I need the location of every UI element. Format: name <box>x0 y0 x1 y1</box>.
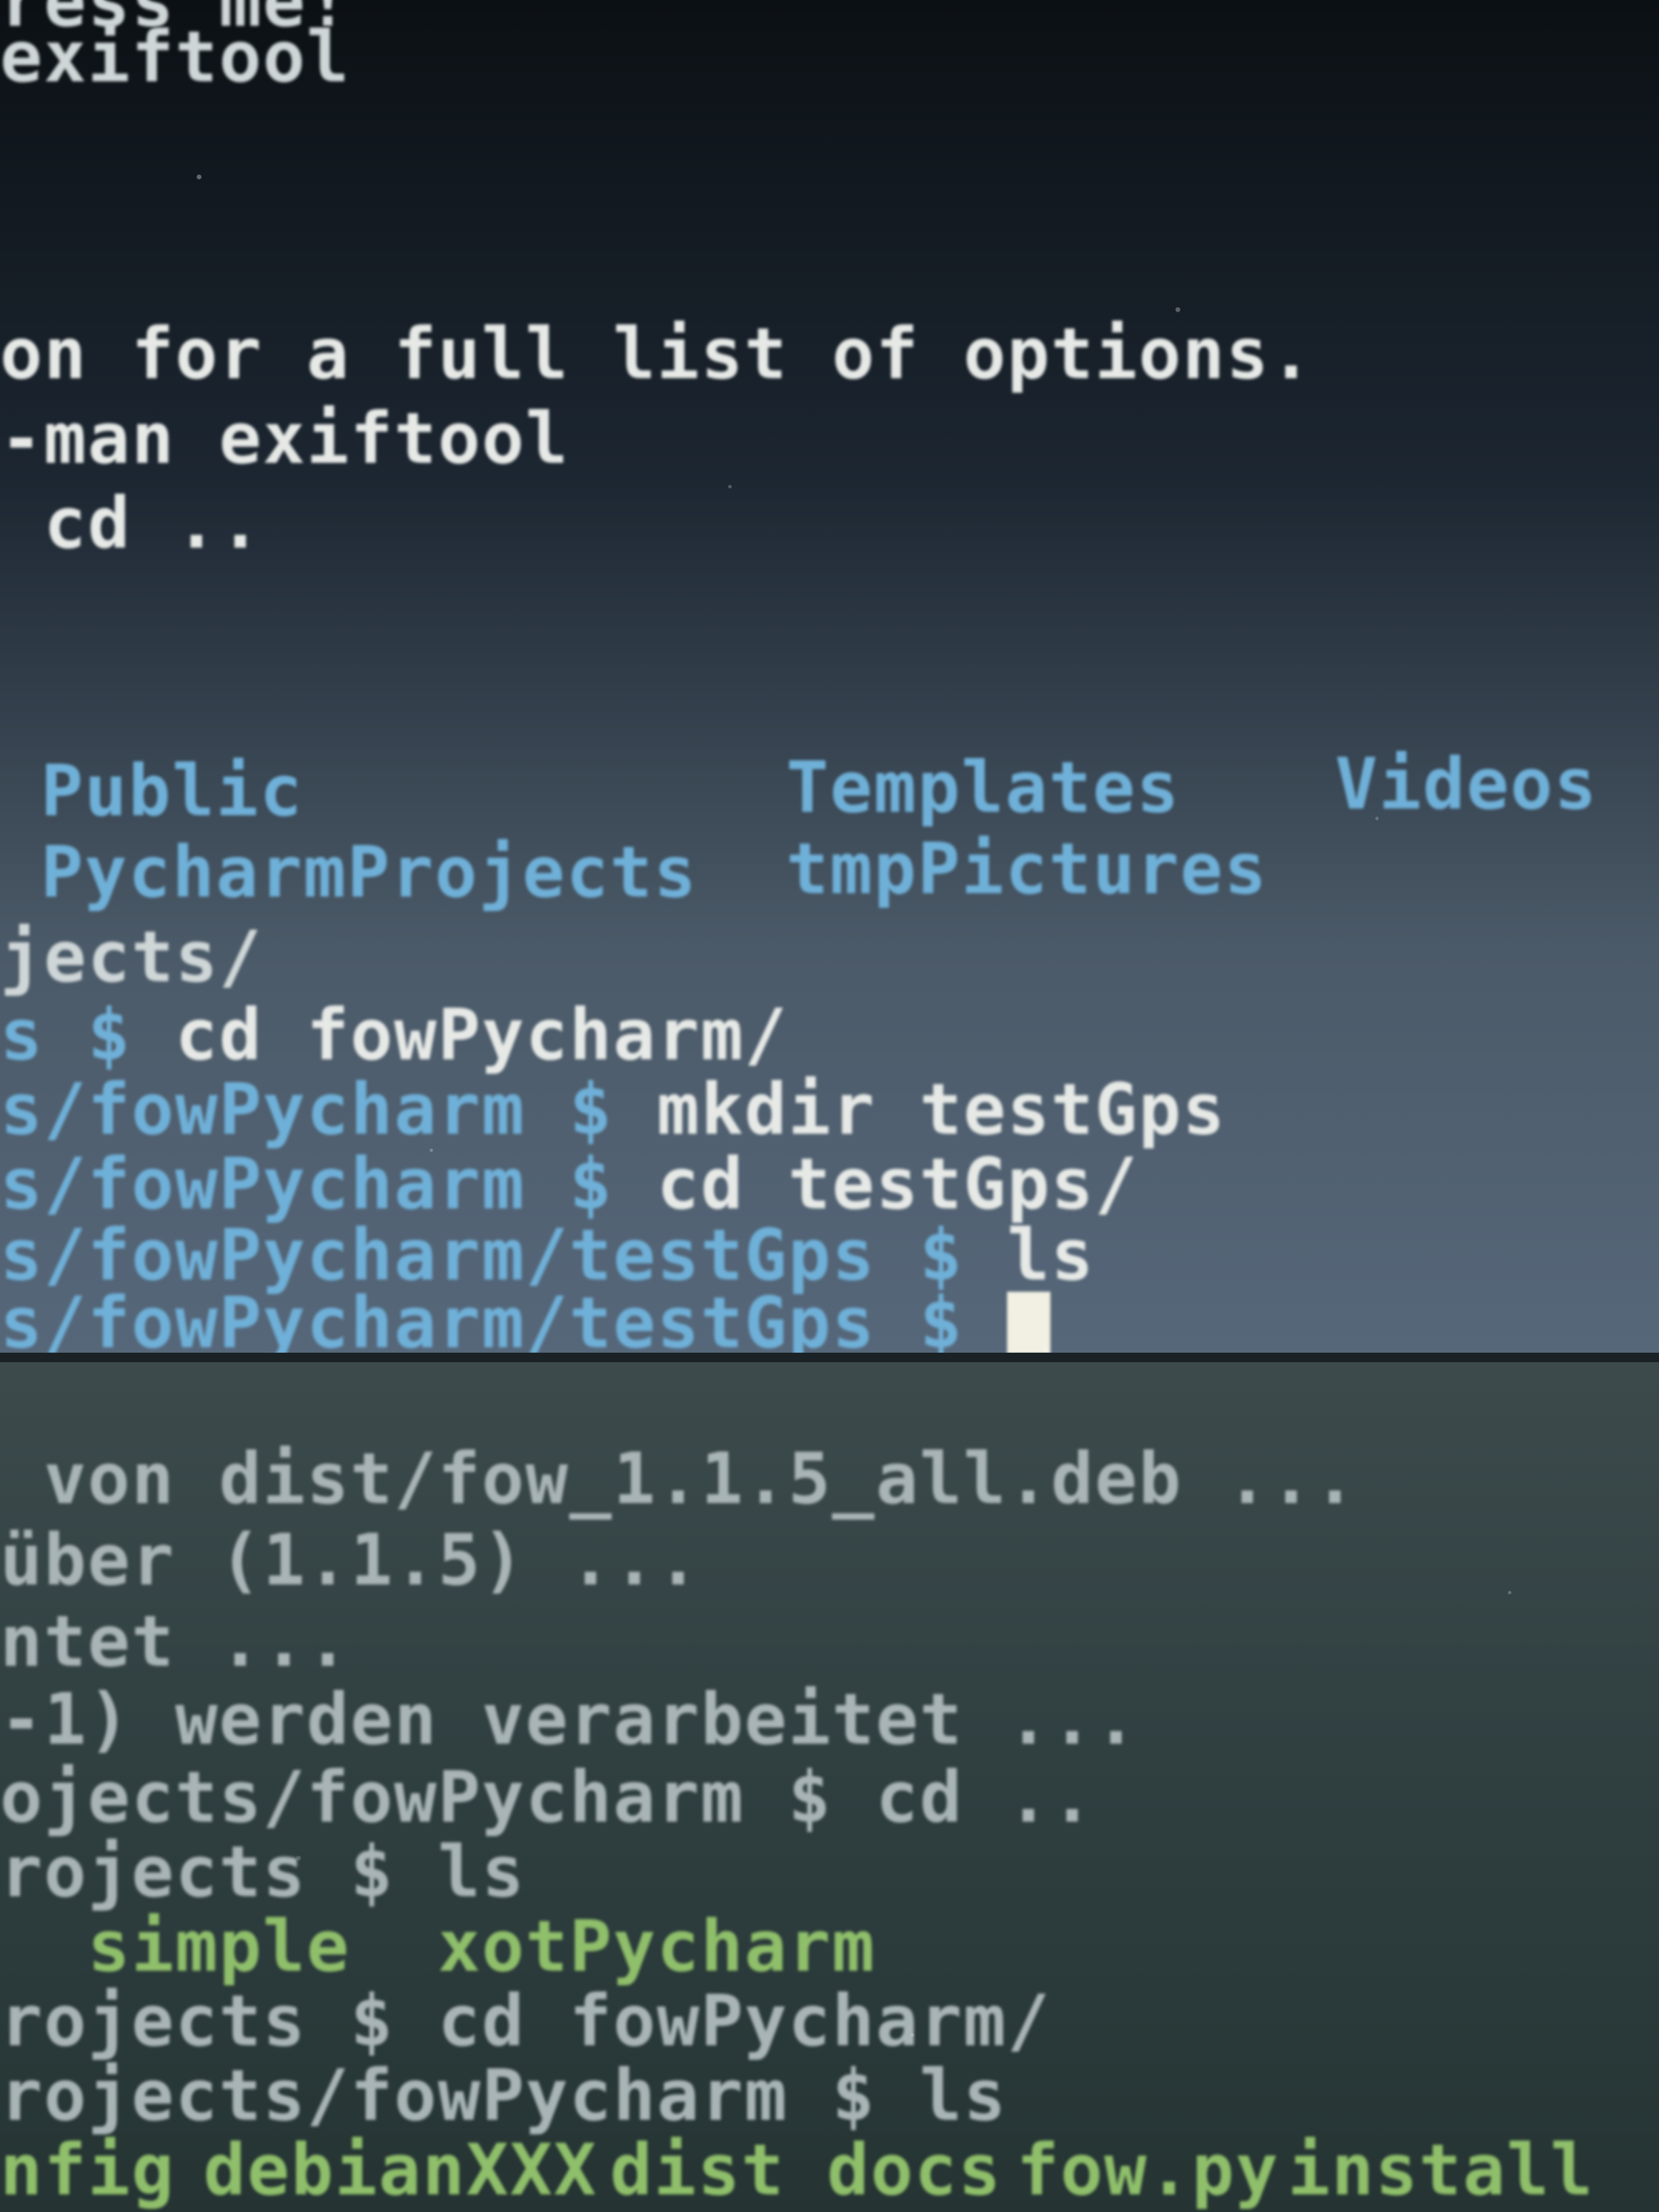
prompt-command: cd testGps/ <box>657 1143 1139 1225</box>
prompt-line: s $ cd fowPycharm/ <box>0 1000 788 1070</box>
prompt-command: ls <box>1007 1214 1095 1296</box>
ls-entry-templates: Templates <box>786 746 1181 829</box>
top-terminal-pane[interactable]: ress me! exiftool on for a full list of … <box>0 0 1659 1355</box>
terminal-line: ntet ... <box>0 1600 350 1683</box>
ls-entry: install <box>1288 2129 1595 2211</box>
prompt-line[interactable]: s/fowPycharm/testGps $ <box>0 1288 1051 1355</box>
ls-entry-tmppictures: tmpPictures <box>786 827 1268 910</box>
prompt-line: jects/ <box>0 922 263 992</box>
prompt-path: s $ <box>0 994 176 1076</box>
terminal-line: -1) werden verarbeitet ... <box>0 1678 1139 1761</box>
terminal-line: simple xotPycharm <box>0 1905 876 1988</box>
terminal-line: ojects/fowPycharm $ cd .. <box>0 1756 1095 1839</box>
ls-entry: debianXXX <box>203 2129 598 2211</box>
prompt-command: cd fowPycharm/ <box>175 994 789 1076</box>
terminal-line: rojects/fowPycharm $ ls <box>0 2054 1008 2137</box>
terminal-line: von dist/fow_1.1.5_all.deb ... <box>0 1437 1358 1520</box>
prompt-line: s/fowPycharm $ cd testGps/ <box>0 1149 1139 1219</box>
terminal-cursor <box>1007 1292 1051 1354</box>
prompt-line: s/fowPycharm/testGps $ ls <box>0 1220 1094 1290</box>
ls-entry: nfig <box>0 2129 176 2211</box>
prompt-command: mkdir testGps <box>657 1068 1227 1151</box>
terminal-line: exiftool <box>0 16 350 98</box>
ls-entry: docs <box>827 2129 1002 2211</box>
prompt-path: s/fowPycharm/testGps $ <box>0 1282 1008 1355</box>
bottom-terminal-pane[interactable]: von dist/fow_1.1.5_all.deb ... über (1.1… <box>0 1362 1659 2212</box>
prompt-line: s/fowPycharm $ mkdir testGps <box>0 1074 1226 1145</box>
prompt-path: s/fowPycharm $ <box>0 1068 657 1151</box>
ls-entry: fow.py <box>1017 2129 1279 2211</box>
prompt-path: s/fowPycharm $ <box>0 1143 657 1225</box>
terminal-line: cd .. <box>0 482 263 565</box>
terminal-line: rojects $ cd fowPycharm/ <box>0 1980 1051 2062</box>
ls-entry-pycharmprojects: PycharmProjects <box>41 831 698 914</box>
ls-entry: dist <box>610 2129 785 2211</box>
prompt-path: jects/ <box>0 916 263 998</box>
terminal-line: rojects $ ls <box>0 1830 526 1913</box>
terminal-line: über (1.1.5) ... <box>0 1519 701 1601</box>
terminal-line: -man exiftool <box>0 397 569 480</box>
ls-entry-videos: Videos <box>1335 743 1598 825</box>
ls-entry-public: Public <box>41 750 304 832</box>
terminal-line: on for a full list of options. <box>0 312 1314 395</box>
photo-of-screen: ress me! exiftool on for a full list of … <box>0 0 1659 2212</box>
